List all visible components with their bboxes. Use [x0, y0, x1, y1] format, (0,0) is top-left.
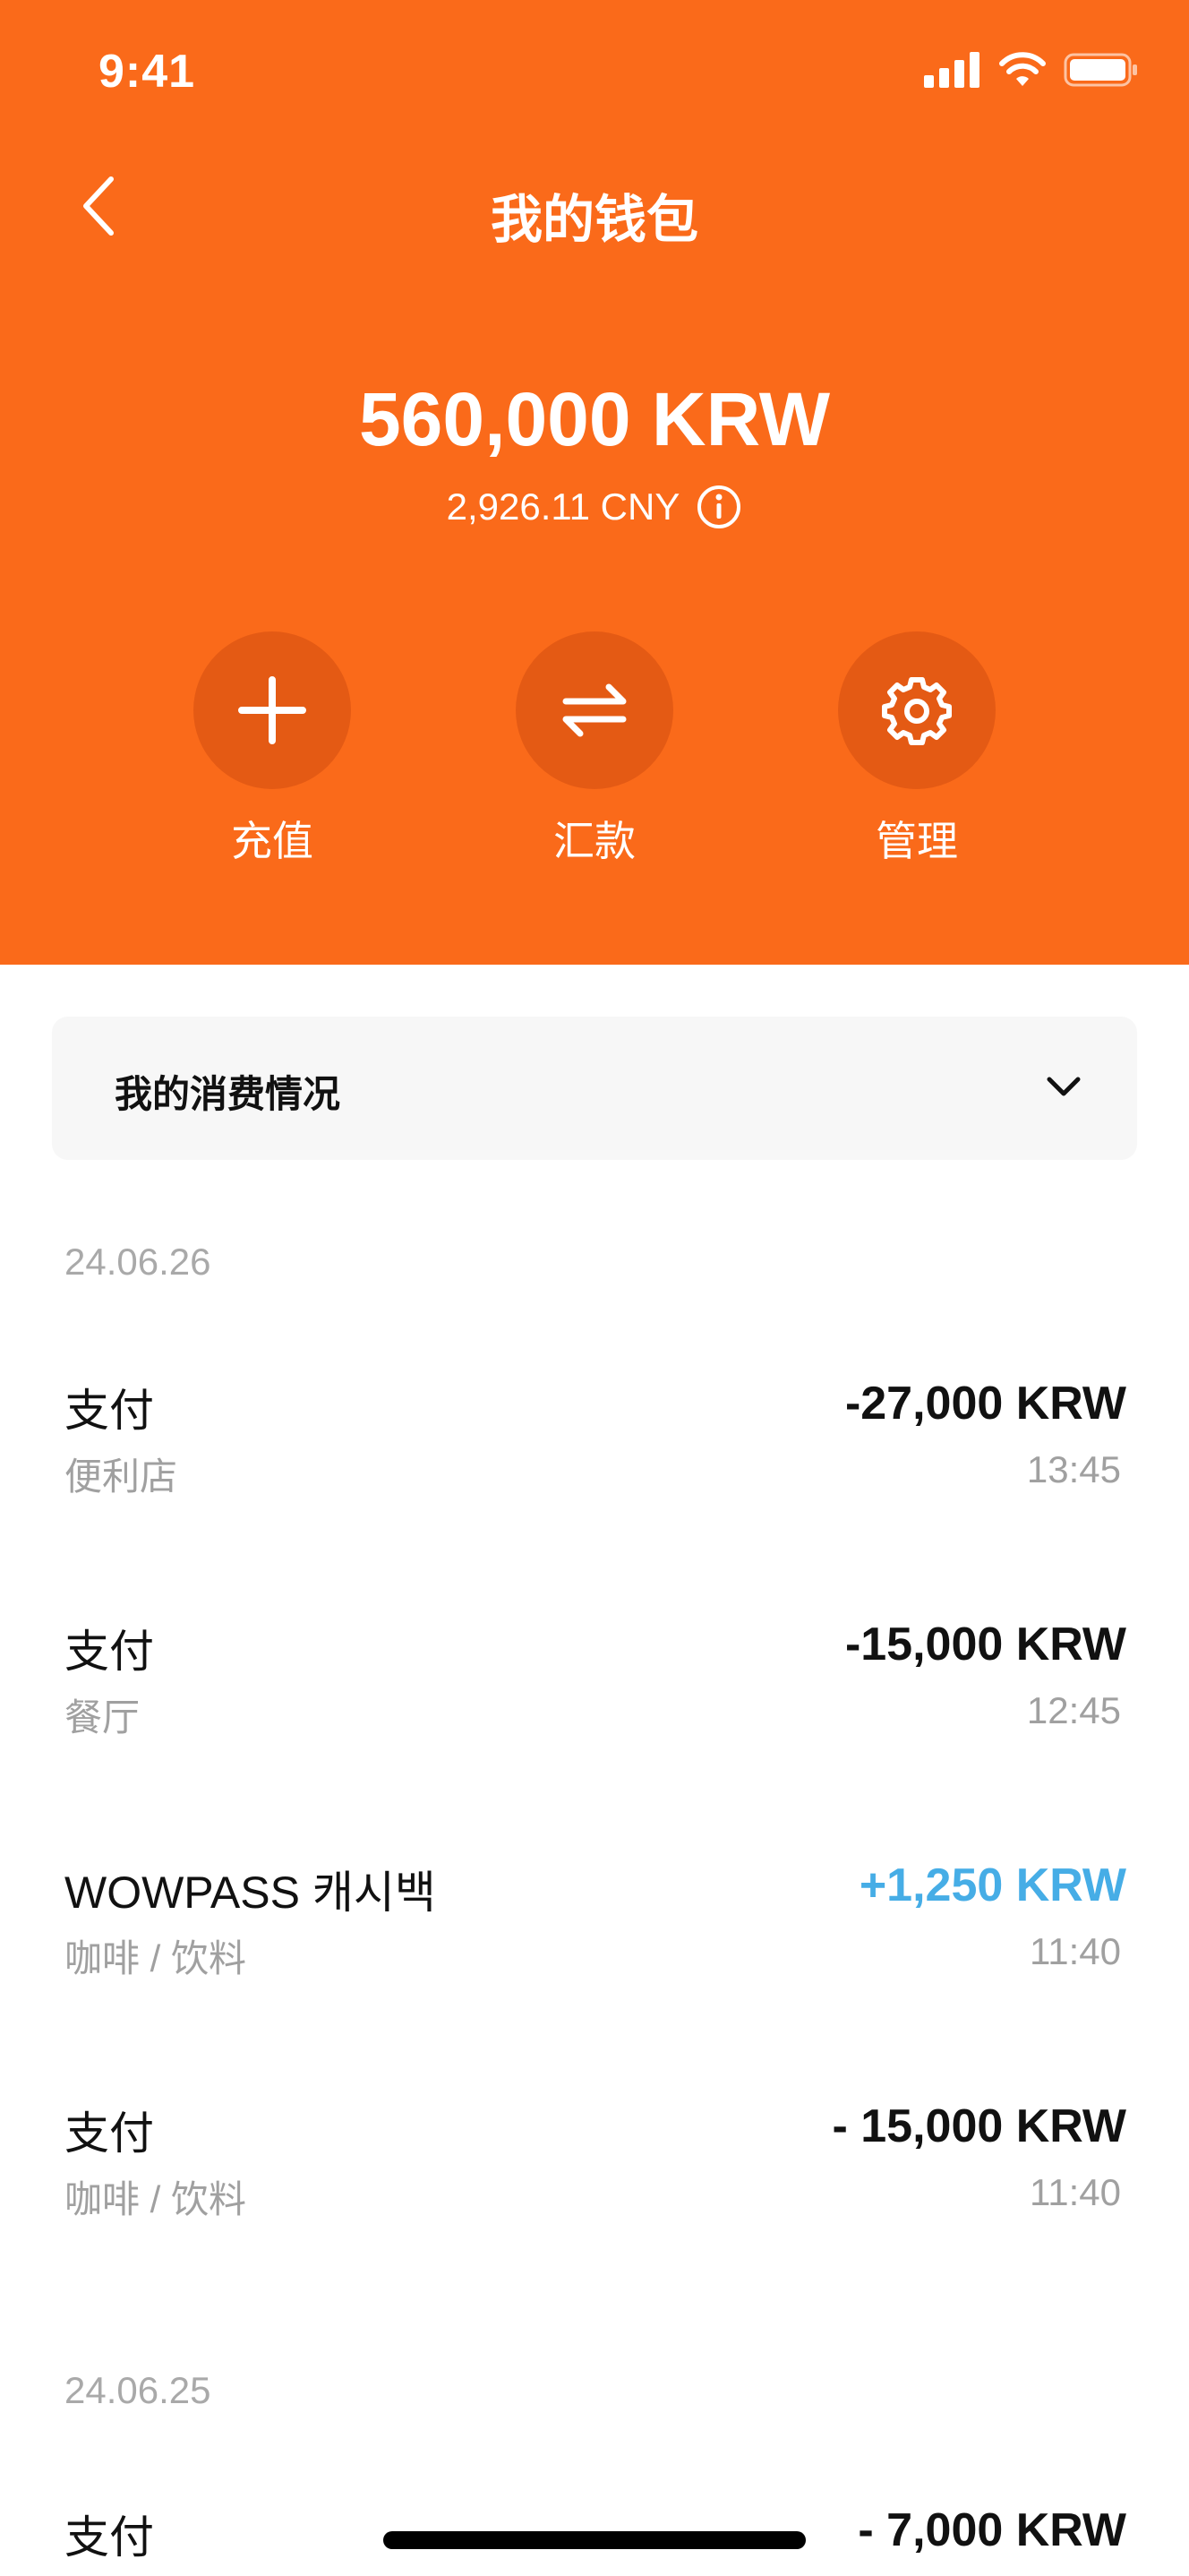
transfer-label: 汇款 — [553, 818, 636, 864]
info-icon[interactable] — [696, 484, 742, 530]
topup-button[interactable]: 充值 — [193, 631, 351, 868]
status-time: 9:41 — [98, 46, 196, 98]
manage-label: 管理 — [876, 818, 958, 864]
gear-icon — [882, 677, 952, 745]
transfer-icon — [562, 683, 627, 737]
balance-amount: 560,000 KRW — [358, 377, 831, 461]
transaction-row[interactable]: 支付 餐厅 -15,000 KRW 12:45 — [64, 1616, 1126, 1777]
spending-summary-title: 我的消费情况 — [115, 1073, 341, 1115]
transfer-button[interactable]: 汇款 — [516, 631, 673, 868]
page-title: 我的钱包 — [490, 191, 698, 249]
transaction-title: WOWPASS 캐시백 — [64, 1868, 436, 1918]
transaction-amount: -15,000 KRW — [844, 1619, 1126, 1670]
home-indicator — [383, 2531, 806, 2549]
spending-summary-dropdown[interactable]: 我的消费情况 — [52, 1017, 1137, 1160]
transfer-icon-circle — [516, 631, 673, 789]
transaction-title: 支付 — [64, 2512, 154, 2563]
topup-icon-circle — [193, 631, 351, 789]
transaction-title: 支付 — [64, 1386, 154, 1436]
transaction-amount: -27,000 KRW — [844, 1378, 1126, 1430]
manage-icon-circle — [838, 631, 996, 789]
transaction-amount: - 15,000 KRW — [832, 2100, 1126, 2152]
plus-icon — [238, 676, 306, 744]
transaction-title: 支付 — [64, 2108, 154, 2159]
transaction-time: 12:45 — [1026, 1689, 1121, 1731]
transaction-amount: +1,250 KRW — [859, 1859, 1126, 1911]
topup-label: 充值 — [231, 818, 313, 864]
chevron-down-icon — [1047, 1077, 1081, 1096]
battery-icon — [1064, 53, 1137, 87]
transaction-row[interactable]: 支付 便利店 -27,000 KRW 13:45 — [64, 1375, 1126, 1536]
converted-amount: 2,926.11 CNY — [446, 485, 680, 528]
transaction-time: 11:40 — [1030, 2171, 1121, 2213]
status-icons — [924, 52, 1139, 88]
date-header: 24.06.26 — [64, 1241, 211, 1283]
signal-icon — [924, 52, 979, 88]
manage-button[interactable]: 管理 — [838, 631, 996, 868]
wallet-header: 9:41 我的钱包 560,000 KRW 2,926.11 CNY 充值 汇款… — [0, 0, 1189, 965]
transaction-category: 咖啡 / 饮料 — [64, 2178, 247, 2220]
transaction-category: 便利店 — [64, 1455, 178, 1498]
transaction-time: 11:40 — [1030, 1930, 1121, 1972]
transaction-amount: - 7,000 KRW — [858, 2504, 1126, 2556]
wifi-icon — [999, 52, 1046, 86]
transaction-title: 支付 — [64, 1627, 154, 1677]
transaction-row[interactable]: WOWPASS 캐시백 咖啡 / 饮料 +1,250 KRW 11:40 — [64, 1857, 1126, 2018]
transaction-row[interactable]: 支付 咖啡 / 饮料 - 15,000 KRW 11:40 — [64, 2098, 1126, 2259]
transaction-category: 咖啡 / 饮料 — [64, 1937, 247, 1979]
navigation-bar: 我的钱包 — [0, 161, 1189, 251]
date-header: 24.06.25 — [64, 2369, 211, 2411]
transaction-time: 13:45 — [1026, 1448, 1121, 1490]
status-bar: 9:41 — [0, 0, 1189, 143]
transaction-category: 餐厅 — [64, 1696, 141, 1739]
converted-balance: 2,926.11 CNY — [0, 484, 1189, 530]
